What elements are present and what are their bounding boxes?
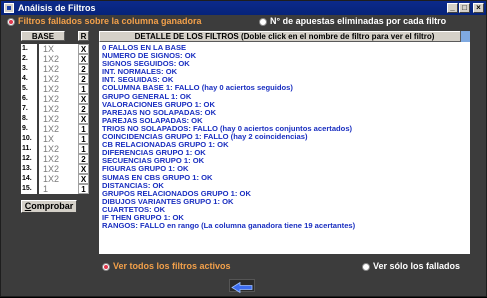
result-column-header: R <box>78 31 89 41</box>
row-number: 5. <box>21 84 37 94</box>
row-number: 7. <box>21 104 37 114</box>
result-value[interactable]: X <box>78 44 89 54</box>
label-eliminated-bets: N° de apuestas eliminadas por cada filtr… <box>270 16 447 26</box>
result-value[interactable]: X <box>78 114 89 124</box>
row-number: 15. <box>21 184 37 194</box>
comprobar-label: omprobar <box>31 201 74 211</box>
result-value[interactable]: X <box>78 54 89 64</box>
row-number: 10. <box>21 134 37 144</box>
result-value[interactable]: 2 <box>78 154 89 164</box>
app-icon <box>4 3 14 13</box>
row-number: 11. <box>21 144 37 154</box>
row-number: 8. <box>21 114 37 124</box>
result-value[interactable]: 1 <box>78 144 89 154</box>
row-number: 4. <box>21 74 37 84</box>
result-value[interactable]: 1 <box>78 184 89 194</box>
filter-detail-list[interactable]: 0 FALLOS EN LA BASE NUMERO DE SIGNOS: OK… <box>99 42 470 254</box>
result-value[interactable]: 2 <box>78 64 89 74</box>
result-value[interactable]: 1 <box>78 84 89 94</box>
back-arrow-icon <box>231 281 253 294</box>
base-column-header: BASE <box>21 31 65 41</box>
maximize-button[interactable]: □ <box>459 3 470 13</box>
radio-show-failed-only[interactable] <box>362 263 370 271</box>
detail-scroll-button[interactable] <box>460 31 470 42</box>
row-number: 1. <box>21 44 37 54</box>
result-value[interactable]: X <box>78 174 89 184</box>
result-value[interactable]: 2 <box>78 74 89 84</box>
radio-eliminated-bets[interactable] <box>259 18 267 26</box>
row-number: 14. <box>21 174 37 184</box>
radio-filtered-winning-column[interactable] <box>7 18 15 26</box>
result-value[interactable]: 1 <box>78 124 89 134</box>
row-number: 2. <box>21 54 37 64</box>
row-number: 3. <box>21 64 37 74</box>
row-number: 12. <box>21 154 37 164</box>
window-title: Análisis de Filtros <box>18 3 96 13</box>
row-number: 13. <box>21 164 37 174</box>
result-value[interactable]: 2 <box>78 104 89 114</box>
filter-analysis-window: Análisis de Filtros _ □ × Filtros fallad… <box>0 0 487 297</box>
comprobar-button[interactable]: Comprobar <box>21 200 77 213</box>
back-button[interactable] <box>229 279 255 294</box>
detail-header: DETALLE DE LOS FILTROS (Doble click en e… <box>99 31 470 42</box>
radio-show-all-filters[interactable] <box>102 263 110 271</box>
label-show-failed-only: Ver sólo los fallados <box>373 261 461 271</box>
title-bar[interactable]: Análisis de Filtros _ □ × <box>1 1 486 15</box>
result-value[interactable]: X <box>78 94 89 104</box>
row-number: 9. <box>21 124 37 134</box>
result-value[interactable]: X <box>78 164 89 174</box>
close-button[interactable]: × <box>473 3 484 13</box>
label-show-all-filters: Ver todos los filtros activos <box>113 261 231 271</box>
row-number: 6. <box>21 94 37 104</box>
minimize-button[interactable]: _ <box>447 3 458 13</box>
result-value[interactable]: 1 <box>78 134 89 144</box>
filter-line[interactable]: RANGOS: FALLO en rango (La columna ganad… <box>102 221 470 230</box>
label-filtered-winning-column: Filtros fallados sobre la columna ganado… <box>18 16 202 26</box>
